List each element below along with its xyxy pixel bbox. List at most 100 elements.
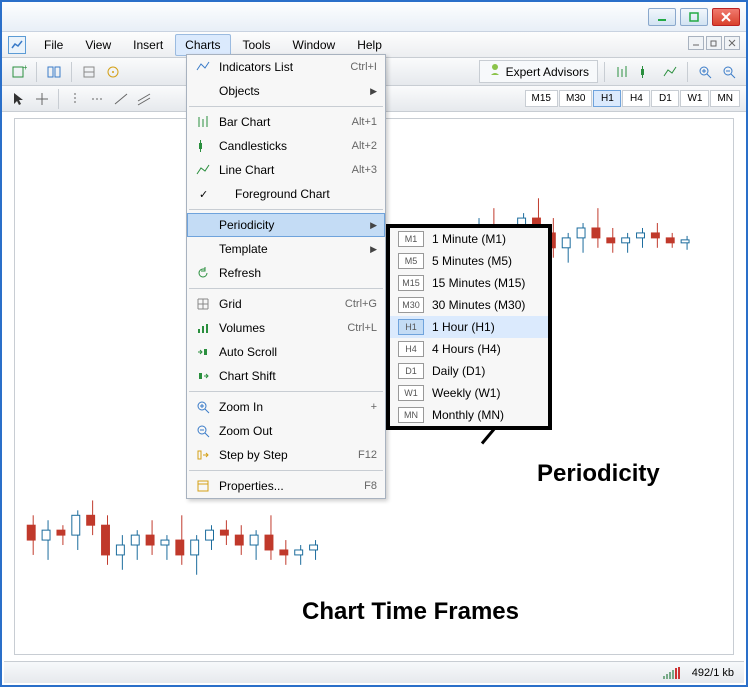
chart-shift-icon <box>195 368 211 384</box>
data-window-icon[interactable] <box>102 61 124 83</box>
tf-h1[interactable]: H1 <box>593 90 621 107</box>
expert-label: Expert Advisors <box>506 65 589 79</box>
market-watch-icon[interactable] <box>78 61 100 83</box>
tf-h4[interactable]: H4 <box>622 90 650 107</box>
refresh-icon <box>195 265 211 281</box>
menu-view[interactable]: View <box>75 34 121 56</box>
period-m30[interactable]: M3030 Minutes (M30) <box>390 294 548 316</box>
tf-m15[interactable]: M15 <box>525 90 558 107</box>
app-icon <box>8 36 26 54</box>
mdi-controls <box>688 36 740 50</box>
menu-zoom-in[interactable]: Zoom In+ <box>187 395 385 419</box>
titlebar <box>2 2 746 32</box>
separator <box>189 106 383 107</box>
step-icon <box>195 447 211 463</box>
channel-icon[interactable] <box>133 88 155 110</box>
periodicity-submenu: M11 Minute (M1) M55 Minutes (M5) M1515 M… <box>386 224 552 430</box>
menu-tools[interactable]: Tools <box>233 34 281 56</box>
period-m1[interactable]: M11 Minute (M1) <box>390 228 548 250</box>
separator <box>36 62 37 82</box>
mdi-minimize[interactable] <box>688 36 704 50</box>
menu-auto-scroll[interactable]: Auto Scroll <box>187 340 385 364</box>
cursor-icon[interactable] <box>8 88 30 110</box>
menu-step-by-step[interactable]: Step by StepF12 <box>187 443 385 467</box>
trendline-icon[interactable] <box>110 88 132 110</box>
separator <box>71 62 72 82</box>
expert-advisors-button[interactable]: Expert Advisors <box>479 60 598 83</box>
menu-grid[interactable]: GridCtrl+G <box>187 292 385 316</box>
tf-m30[interactable]: M30 <box>559 90 592 107</box>
separator <box>687 62 688 82</box>
candlestick-icon <box>195 138 211 154</box>
mdi-restore[interactable] <box>706 36 722 50</box>
zoom-out-icon[interactable] <box>718 61 740 83</box>
period-d1[interactable]: D1Daily (D1) <box>390 360 548 382</box>
hline-icon[interactable] <box>87 88 109 110</box>
separator <box>189 209 383 210</box>
menu-properties[interactable]: Properties...F8 <box>187 474 385 498</box>
auto-scroll-icon <box>195 344 211 360</box>
zoom-in-icon[interactable] <box>694 61 716 83</box>
menu-charts[interactable]: Charts <box>175 34 230 56</box>
menu-zoom-out[interactable]: Zoom Out <box>187 419 385 443</box>
volumes-icon <box>195 320 211 336</box>
app-window: File View Insert Charts Tools Window Hel… <box>0 0 748 687</box>
profiles-icon[interactable] <box>43 61 65 83</box>
expert-icon <box>488 63 502 80</box>
mdi-close[interactable] <box>724 36 740 50</box>
menu-indicators-list[interactable]: Indicators ListCtrl+I <box>187 55 385 79</box>
submenu-arrow-icon: ▶ <box>370 220 377 231</box>
menu-window[interactable]: Window <box>283 34 346 56</box>
menu-volumes[interactable]: VolumesCtrl+L <box>187 316 385 340</box>
menu-line-chart[interactable]: Line ChartAlt+3 <box>187 158 385 182</box>
period-mn[interactable]: MNMonthly (MN) <box>390 404 548 426</box>
menu-template[interactable]: Template▶ <box>187 237 385 261</box>
menu-chart-shift[interactable]: Chart Shift <box>187 364 385 388</box>
menu-refresh[interactable]: Refresh <box>187 261 385 285</box>
menu-file[interactable]: File <box>34 34 73 56</box>
vline-icon[interactable] <box>64 88 86 110</box>
separator <box>58 89 59 109</box>
tf-w1[interactable]: W1 <box>680 90 709 107</box>
period-h1[interactable]: H11 Hour (H1) <box>390 316 548 338</box>
menu-objects[interactable]: Objects▶ <box>187 79 385 103</box>
connection-signal-icon <box>663 667 680 679</box>
tf-d1[interactable]: D1 <box>651 90 679 107</box>
separator <box>189 391 383 392</box>
callout-chart-timeframes: Chart Time Frames <box>302 598 519 626</box>
menu-candlesticks[interactable]: CandlesticksAlt+2 <box>187 134 385 158</box>
close-button[interactable] <box>712 8 740 26</box>
period-m5[interactable]: M55 Minutes (M5) <box>390 250 548 272</box>
separator <box>189 288 383 289</box>
zoom-in-icon <box>195 399 211 415</box>
charts-dropdown: Indicators ListCtrl+I Objects▶ Bar Chart… <box>186 54 386 499</box>
statusbar: 492/1 kb <box>4 661 744 683</box>
grid-icon <box>195 296 211 312</box>
submenu-arrow-icon: ▶ <box>370 86 377 97</box>
line-chart-icon[interactable] <box>659 61 681 83</box>
submenu-arrow-icon: ▶ <box>370 244 377 255</box>
separator <box>189 470 383 471</box>
bar-chart-icon <box>195 114 211 130</box>
zoom-out-icon <box>195 423 211 439</box>
callout-periodicity: Periodicity <box>482 442 542 445</box>
indicators-icon <box>195 59 211 75</box>
properties-icon <box>195 478 211 494</box>
crosshair-icon[interactable] <box>31 88 53 110</box>
traffic-label: 492/1 kb <box>692 667 734 679</box>
period-w1[interactable]: W1Weekly (W1) <box>390 382 548 404</box>
bar-chart-icon[interactable] <box>611 61 633 83</box>
period-h4[interactable]: H44 Hours (H4) <box>390 338 548 360</box>
menu-foreground-chart[interactable]: Foreground Chart <box>187 182 385 206</box>
menu-periodicity[interactable]: Periodicity▶ <box>187 213 385 237</box>
period-m15[interactable]: M1515 Minutes (M15) <box>390 272 548 294</box>
minimize-button[interactable] <box>648 8 676 26</box>
candlestick-icon[interactable] <box>635 61 657 83</box>
new-chart-icon[interactable]: + <box>8 61 30 83</box>
menu-insert[interactable]: Insert <box>123 34 173 56</box>
menu-help[interactable]: Help <box>347 34 392 56</box>
menu-bar-chart[interactable]: Bar ChartAlt+1 <box>187 110 385 134</box>
tf-mn[interactable]: MN <box>710 90 740 107</box>
separator <box>604 62 605 82</box>
maximize-button[interactable] <box>680 8 708 26</box>
